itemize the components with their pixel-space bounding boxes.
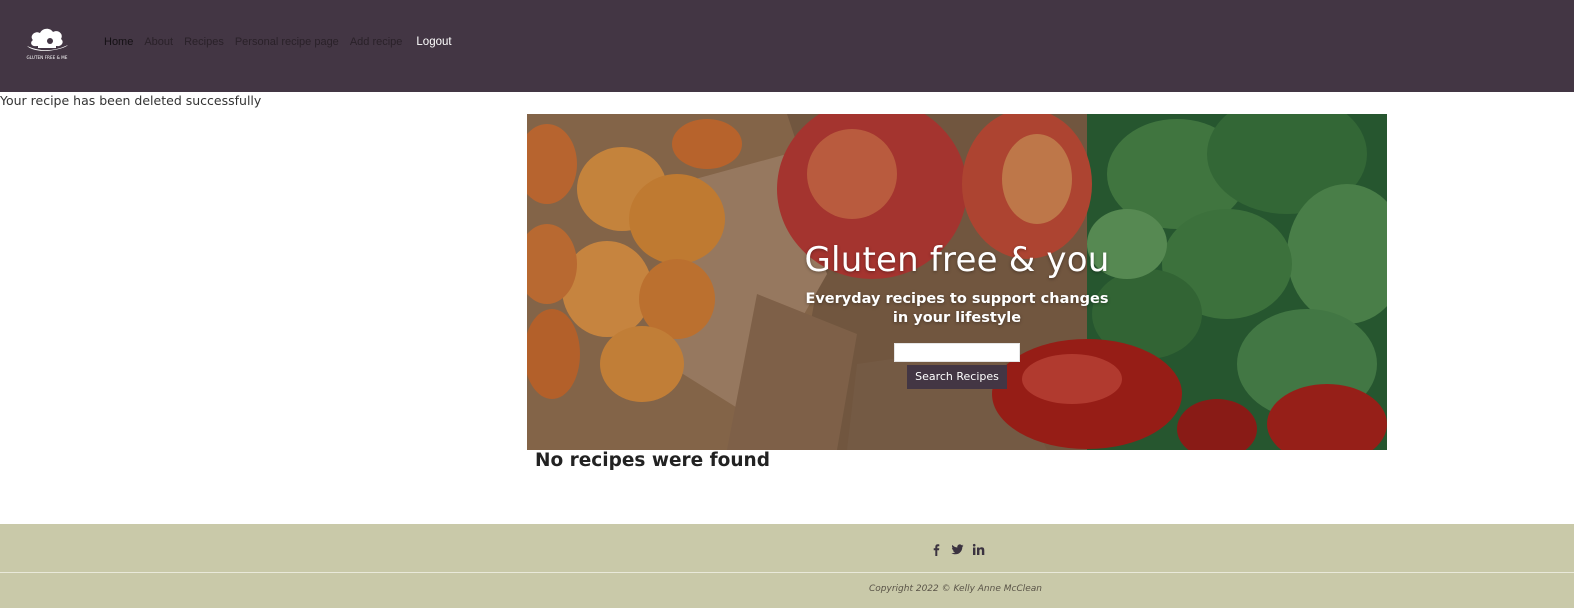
navbar: GLUTEN FREE & ME Home About Recipes Pers… <box>0 0 1574 92</box>
copyright-text: Copyright 2022 © Kelly Anne McClean <box>869 584 1042 594</box>
flash-message: Your recipe has been deleted successfull… <box>0 93 262 108</box>
footer-divider <box>0 572 1574 573</box>
no-results-message: No recipes were found <box>535 450 770 471</box>
twitter-icon[interactable] <box>951 541 964 555</box>
facebook-icon[interactable] <box>930 541 943 556</box>
nav-home[interactable]: Home <box>104 36 133 48</box>
nav-add-recipe[interactable]: Add recipe <box>350 36 403 48</box>
hero-title: Gluten free & you <box>804 240 1110 280</box>
brand-logo[interactable]: GLUTEN FREE & ME <box>19 24 75 64</box>
footer: Copyright 2022 © Kelly Anne McClean <box>0 524 1574 608</box>
nav-personal-recipe-page[interactable]: Personal recipe page <box>235 36 339 48</box>
nav-about[interactable]: About <box>144 36 173 48</box>
social-links <box>930 541 985 556</box>
hero-subtitle: Everyday recipes to support changes in y… <box>805 290 1109 326</box>
nav-logout[interactable]: Logout <box>416 36 451 48</box>
linkedin-icon[interactable] <box>972 541 985 555</box>
nav-links: Home About Recipes Personal recipe page … <box>104 36 463 48</box>
chef-hat-logo-icon: GLUTEN FREE & ME <box>27 28 68 60</box>
hero-content: Gluten free & you Everyday recipes to su… <box>800 240 1114 389</box>
hero-banner: Gluten free & you Everyday recipes to su… <box>527 114 1387 450</box>
search-recipes-button[interactable]: Search Recipes <box>907 364 1007 389</box>
recipe-search-input[interactable] <box>894 342 1020 362</box>
nav-recipes[interactable]: Recipes <box>184 36 224 48</box>
logo-text: GLUTEN FREE & ME <box>27 55 68 60</box>
